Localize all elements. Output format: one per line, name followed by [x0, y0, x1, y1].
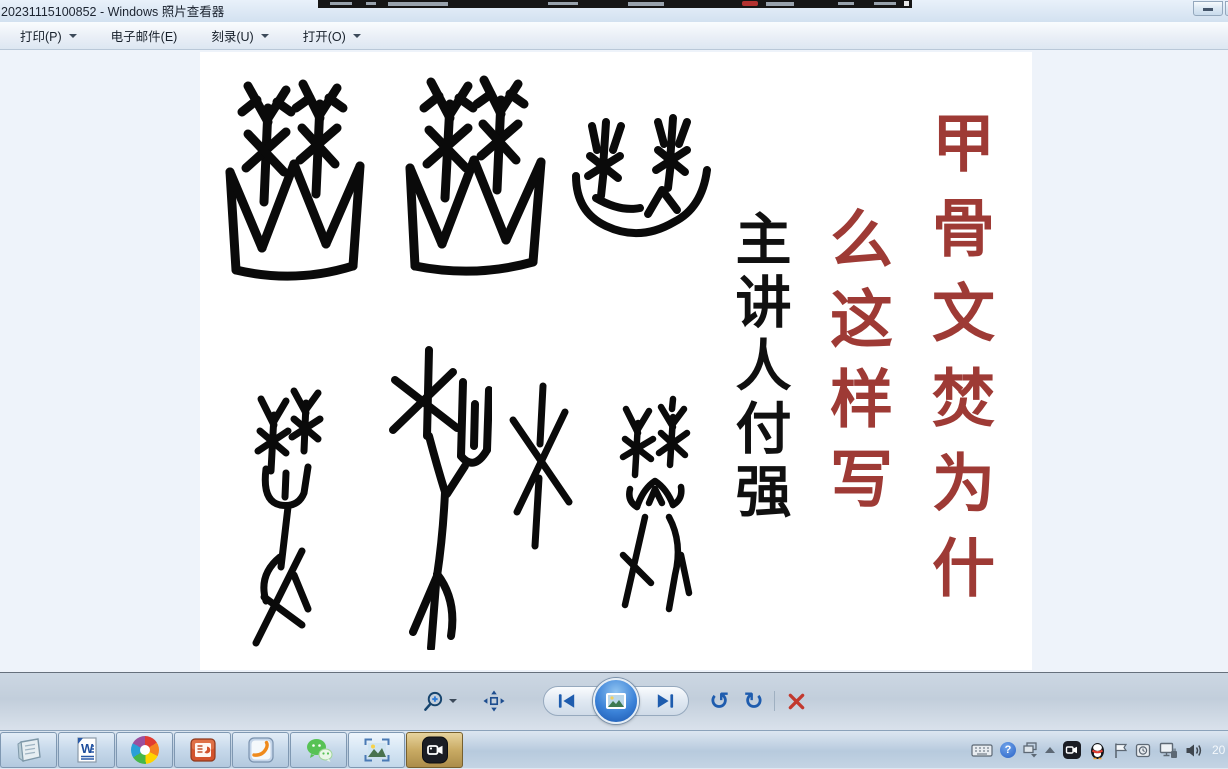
- taskbar-item-browser[interactable]: [116, 732, 173, 768]
- bar-fragment: [388, 2, 448, 6]
- menu-open-label: 打开(O): [302, 30, 346, 44]
- photo-viewer-window: 20231115100852 - Windows 照片查看器 打印(P) 电子邮…: [0, 0, 1228, 731]
- wechat-icon: [306, 739, 332, 762]
- keyboard-icon[interactable]: [971, 743, 993, 758]
- viewer-toolbar: ↺ ↻: [422, 678, 806, 724]
- slide-title-column-2: 么这样写: [820, 206, 894, 526]
- bar-fragment: [366, 2, 376, 5]
- bar-fragment: [766, 2, 794, 6]
- oracle-plants-over-figure: [619, 395, 693, 613]
- browser-pinwheel-icon: [130, 736, 159, 764]
- window-stack-icon[interactable]: [1023, 742, 1038, 758]
- next-button[interactable]: [655, 692, 675, 710]
- bar-fragment: [874, 2, 896, 5]
- volume-icon[interactable]: [1185, 742, 1203, 759]
- word-icon: W: [76, 737, 97, 763]
- tray-recorder-icon[interactable]: [1062, 740, 1082, 760]
- taskbar-clock[interactable]: 20: [1212, 743, 1228, 757]
- slideshow-play-button[interactable]: [593, 678, 640, 724]
- foxit-icon: [247, 737, 274, 763]
- background-window-bar[interactable]: [318, 0, 912, 8]
- network-icon[interactable]: [1159, 742, 1178, 759]
- system-tray: ? 20: [971, 731, 1228, 769]
- taskbar-item-notepad[interactable]: [0, 732, 57, 768]
- notepad-icon: [16, 738, 41, 763]
- toolbar-divider: [773, 691, 775, 711]
- window-controls: [1193, 1, 1228, 16]
- oracle-fen-trees-over-fire-1: [225, 79, 365, 281]
- delete-icon: [788, 693, 804, 709]
- oracle-tall-tree-fork: [389, 346, 492, 650]
- taskbar-item-screen-recorder[interactable]: [406, 732, 463, 768]
- taskbar-item-powerpoint[interactable]: [174, 732, 231, 768]
- bar-fragment: [838, 2, 854, 5]
- viewer-toolbar-area: ↺ ↻: [0, 672, 1228, 731]
- menu-burn[interactable]: 刻录(U): [201, 23, 278, 48]
- input-help-icon[interactable]: ?: [1000, 742, 1016, 758]
- bar-fragment: [628, 2, 664, 6]
- action-center-flag-icon[interactable]: [1113, 742, 1128, 759]
- zoom-button[interactable]: [422, 690, 445, 713]
- oracle-plant-and-hand: [252, 387, 324, 647]
- rotate-ccw-button[interactable]: ↺: [709, 687, 730, 715]
- screen-recorder-icon: [421, 736, 448, 764]
- bar-recording-badge: [742, 1, 758, 6]
- fit-to-window-icon: [483, 690, 505, 712]
- navigation-group: [543, 678, 690, 724]
- clock-utility-icon[interactable]: [1135, 742, 1152, 759]
- viewer-canvas: 主讲人付强 甲骨文焚为什 么这样写: [0, 50, 1228, 672]
- rotate-ccw-icon: ↺: [709, 687, 730, 715]
- menu-bar: 打印(P) 电子邮件(E) 刻录(U) 打开(O): [0, 22, 1228, 50]
- previous-icon: [559, 694, 575, 708]
- taskbar-apps: W: [0, 731, 464, 769]
- qq-icon[interactable]: [1089, 741, 1106, 760]
- menu-burn-label: 刻录(U): [211, 30, 254, 44]
- bar-fragment: [548, 2, 578, 5]
- rotate-cw-button[interactable]: ↻: [743, 687, 764, 715]
- bar-fragment: [904, 1, 909, 6]
- oracle-fen-plants-over-basin: [572, 114, 711, 238]
- chevron-down-icon: [68, 33, 77, 38]
- taskbar-item-photo-viewer[interactable]: [348, 732, 405, 768]
- taskbar-item-foxit[interactable]: [232, 732, 289, 768]
- minimize-icon: [1203, 8, 1213, 11]
- bar-fragment: [330, 2, 352, 5]
- chevron-down-icon: [449, 699, 458, 703]
- menu-print[interactable]: 打印(P): [10, 23, 87, 48]
- zoom-dropdown[interactable]: [449, 699, 458, 703]
- next-icon: [658, 694, 674, 708]
- menu-email-label: 电子邮件(E): [110, 30, 178, 44]
- chevron-down-icon: [352, 33, 361, 38]
- previous-button[interactable]: [557, 692, 577, 710]
- photo-viewer-icon: [364, 738, 389, 762]
- zoom-icon: [424, 691, 443, 711]
- delete-button[interactable]: [787, 692, 806, 711]
- powerpoint-icon: [189, 738, 216, 762]
- window-title: 20231115100852 - Windows 照片查看器: [1, 5, 225, 19]
- slide-title-column-1: 甲骨文焚为什: [922, 110, 996, 620]
- menu-open[interactable]: 打开(O): [293, 23, 371, 48]
- menu-print-label: 打印(P): [20, 30, 62, 44]
- menu-email[interactable]: 电子邮件(E): [101, 23, 188, 48]
- slideshow-play-icon: [606, 693, 627, 709]
- fit-to-window-button[interactable]: [483, 690, 505, 712]
- taskbar: W ? 20: [0, 730, 1228, 768]
- taskbar-item-word[interactable]: W: [58, 732, 115, 768]
- oracle-fen-trees-over-fire-2: [405, 75, 546, 276]
- show-hidden-icons-chevron[interactable]: [1045, 747, 1055, 753]
- lecturer-text: 主讲人付强: [726, 210, 791, 525]
- oracle-crossed-branches: [509, 382, 573, 550]
- taskbar-item-wechat[interactable]: [290, 732, 347, 768]
- minimize-button[interactable]: [1193, 1, 1223, 16]
- chevron-down-icon: [260, 33, 269, 38]
- rotate-cw-icon: ↻: [743, 687, 764, 715]
- slide-image: 主讲人付强 甲骨文焚为什 么这样写: [200, 52, 1032, 670]
